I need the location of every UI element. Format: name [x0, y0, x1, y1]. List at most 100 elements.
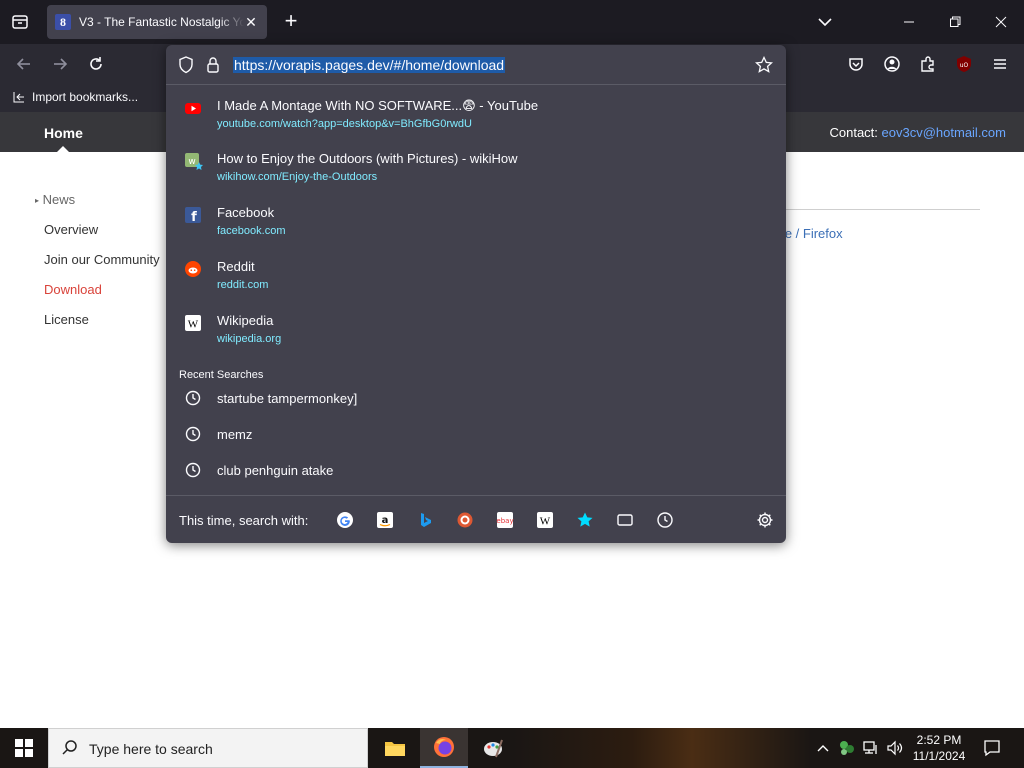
- suggestion-row[interactable]: Reddit reddit.com: [166, 253, 786, 305]
- recent-searches-heading: Recent Searches: [179, 369, 264, 381]
- clock-time: 2:52 PM: [916, 733, 962, 747]
- recent-search-text: startube tampermonkey]: [217, 391, 358, 406]
- ublock-origin-icon[interactable]: uO: [954, 54, 974, 74]
- tray-overflow-icon[interactable]: [814, 728, 832, 768]
- import-bookmarks-button[interactable]: Import bookmarks...: [12, 90, 138, 104]
- tray-app-icon[interactable]: [836, 728, 858, 768]
- history-clock-icon: [185, 390, 201, 406]
- reddit-icon: [185, 261, 201, 277]
- tabs-icon[interactable]: [616, 511, 634, 529]
- taskbar: Type here to search 2:52 PM 11/1/2024: [0, 728, 1024, 768]
- ebay-icon[interactable]: ebay: [496, 511, 514, 529]
- restore-icon[interactable]: [932, 0, 978, 44]
- volume-icon[interactable]: [884, 728, 906, 768]
- side-nav-community[interactable]: Join our Community: [44, 252, 160, 267]
- taskbar-search-box[interactable]: Type here to search: [48, 728, 368, 768]
- facebook-icon: f: [185, 207, 201, 225]
- bookmark-star-icon[interactable]: [754, 55, 774, 79]
- bing-icon[interactable]: [416, 511, 434, 529]
- wikihow-icon: w: [185, 153, 203, 170]
- duckduckgo-icon[interactable]: [456, 511, 474, 529]
- side-nav-overview[interactable]: Overview: [44, 222, 98, 237]
- chevron-down-icon[interactable]: [815, 12, 835, 32]
- close-window-icon[interactable]: [978, 0, 1024, 44]
- history-clock-icon: [185, 462, 201, 478]
- suggestion-row[interactable]: I Made A Montage With NO SOFTWARE...😨 - …: [166, 92, 786, 144]
- suggestion-title: How to Enjoy the Outdoors (with Pictures…: [217, 151, 518, 166]
- suggestion-url: reddit.com: [217, 279, 269, 291]
- account-icon[interactable]: [882, 54, 902, 74]
- svg-text:a: a: [382, 515, 389, 526]
- lock-icon[interactable]: [206, 56, 220, 79]
- taskbar-wallpaper: [512, 728, 812, 768]
- svg-text:uO: uO: [960, 62, 969, 69]
- extensions-icon[interactable]: [918, 54, 938, 74]
- svg-text:f: f: [191, 210, 197, 223]
- tab-close-icon[interactable]: ✕: [243, 14, 259, 30]
- import-icon: [13, 92, 24, 103]
- suggestion-title: Reddit: [217, 259, 255, 274]
- suggestion-row[interactable]: f Facebook facebook.com: [166, 199, 786, 251]
- suggestion-row[interactable]: w How to Enjoy the Outdoors (with Pictur…: [166, 145, 786, 197]
- home-link[interactable]: Home: [44, 125, 83, 141]
- forward-icon[interactable]: [50, 54, 70, 74]
- svg-text:W: W: [188, 319, 199, 331]
- tab-list-icon[interactable]: [8, 10, 32, 34]
- content-divider: [786, 209, 980, 210]
- back-icon[interactable]: [14, 54, 34, 74]
- history-clock-icon: [185, 426, 201, 442]
- side-nav-download[interactable]: Download: [44, 282, 102, 297]
- google-icon[interactable]: [336, 511, 354, 529]
- browser-tab[interactable]: 8 V3 - The Fantastic Nostalgic Youtube ✕: [47, 5, 267, 39]
- clock-date: 11/1/2024: [912, 749, 966, 763]
- suggestion-url: facebook.com: [217, 225, 286, 237]
- gear-icon[interactable]: [756, 511, 774, 529]
- reload-icon[interactable]: [86, 54, 106, 74]
- file-explorer-icon[interactable]: [371, 728, 419, 768]
- search-with-label: This time, search with:: [179, 513, 309, 528]
- side-nav-license[interactable]: License: [44, 312, 89, 327]
- wikipedia-icon[interactable]: W: [536, 511, 554, 529]
- contact-info: Contact: eov3cv@hotmail.com: [829, 125, 1006, 140]
- new-tab-icon[interactable]: +: [279, 10, 303, 34]
- history-icon[interactable]: [656, 511, 674, 529]
- suggestion-url: wikihow.com/Enjoy-the-Outdoors: [217, 171, 378, 183]
- contact-email-link[interactable]: eov3cv@hotmail.com: [882, 125, 1006, 140]
- recent-search-text: memz: [217, 427, 253, 442]
- urlbar-dropdown: https://vorapis.pages.dev/#/home/downloa…: [166, 45, 786, 543]
- windows-start-icon[interactable]: [0, 728, 48, 768]
- amazon-icon[interactable]: a: [376, 511, 394, 529]
- network-icon[interactable]: [860, 728, 882, 768]
- tab-title: V3 - The Fantastic Nostalgic Youtube: [79, 15, 244, 29]
- recent-search-row[interactable]: startube tampermonkey]: [166, 382, 786, 418]
- suggestion-url: wikipedia.org: [217, 333, 282, 345]
- urlbar[interactable]: https://vorapis.pages.dev/#/home/downloa…: [166, 45, 786, 85]
- minimize-icon[interactable]: [886, 0, 932, 44]
- contact-label: Contact:: [829, 125, 878, 140]
- taskbar-search-placeholder: Type here to search: [89, 741, 213, 757]
- suggestion-url: youtube.com/watch?app=desktop&v=BhGfbG0r…: [217, 118, 472, 130]
- svg-text:W: W: [540, 516, 551, 528]
- import-bookmarks-label: Import bookmarks...: [32, 90, 139, 104]
- pocket-icon[interactable]: [846, 54, 866, 74]
- notifications-icon[interactable]: [978, 728, 1006, 768]
- recent-search-row[interactable]: club penhguin atake: [166, 454, 786, 490]
- hamburger-menu-icon[interactable]: [990, 54, 1010, 74]
- svg-text:ebay: ebay: [496, 517, 513, 525]
- side-nav-news-label: News: [42, 192, 76, 207]
- home-caret-icon: [57, 146, 69, 152]
- suggestion-title: Facebook: [217, 205, 275, 220]
- search-icon: [61, 739, 79, 762]
- search-engine-bar: This time, search with: a ebay W: [166, 495, 786, 543]
- paint-icon[interactable]: [469, 728, 517, 768]
- suggestion-title: I Made A Montage With NO SOFTWARE...😨 - …: [217, 98, 539, 113]
- shield-icon[interactable]: [178, 56, 194, 79]
- recent-search-row[interactable]: memz: [166, 418, 786, 454]
- bookmarks-icon[interactable]: [576, 511, 594, 529]
- url-input[interactable]: https://vorapis.pages.dev/#/home/downloa…: [233, 57, 506, 73]
- suggestion-row[interactable]: W Wikipedia wikipedia.org: [166, 307, 786, 359]
- tab-favicon-icon: 8: [55, 14, 71, 30]
- taskbar-clock[interactable]: 2:52 PM 11/1/2024: [906, 732, 972, 764]
- side-nav-news[interactable]: ▸ News: [35, 192, 75, 207]
- firefox-icon[interactable]: [420, 728, 468, 768]
